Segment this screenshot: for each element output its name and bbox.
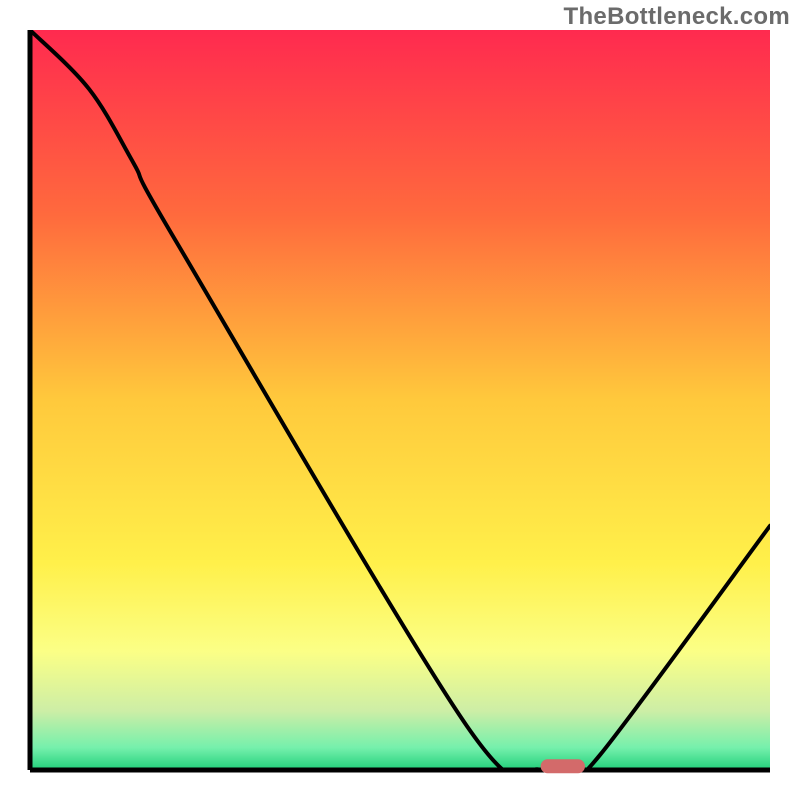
optimal-marker [541, 759, 585, 773]
watermark-label: TheBottleneck.com [564, 3, 790, 31]
chart-frame: TheBottleneck.com [0, 0, 800, 800]
plot-background [30, 30, 770, 770]
chart-svg [0, 0, 800, 800]
